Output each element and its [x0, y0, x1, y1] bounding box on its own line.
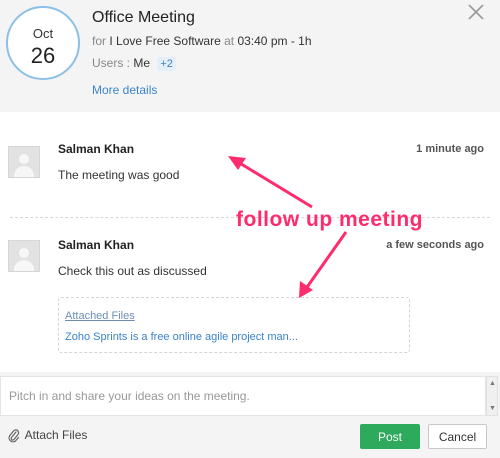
comment-time: a few seconds ago [386, 239, 484, 251]
comment-time: 1 minute ago [416, 143, 484, 155]
comment-text: The meeting was good [58, 168, 180, 182]
attach-files-label: Attach Files [24, 428, 88, 442]
project-name[interactable]: I Love Free Software [109, 34, 220, 48]
comment-input[interactable] [0, 376, 486, 416]
event-time: 03:40 pm - 1h [237, 34, 312, 48]
attached-file-link[interactable]: Zoho Sprints is a free online agile proj… [65, 331, 298, 343]
post-button[interactable]: Post [360, 424, 420, 449]
scroll-down-arrow-icon[interactable]: ▼ [489, 405, 496, 413]
event-users: Users : Me +2 [92, 56, 176, 71]
scroll-up-arrow-icon[interactable]: ▲ [489, 380, 496, 388]
event-month: Oct [32, 26, 54, 41]
event-title: Office Meeting [92, 9, 195, 26]
at-label: at [224, 34, 235, 48]
attach-files-button[interactable]: Attach Files [8, 428, 87, 443]
for-label: for [92, 34, 107, 48]
more-details-link[interactable]: More details [92, 83, 157, 97]
attached-files-title: Attached Files [65, 310, 135, 322]
event-day: 26 [30, 43, 56, 68]
avatar [8, 240, 40, 272]
avatar [8, 146, 40, 178]
users-label: Users : [92, 56, 131, 70]
composer-scrollbar[interactable]: ▲ ▼ [486, 376, 498, 416]
more-users-badge[interactable]: +2 [157, 57, 176, 71]
event-date-badge: Oct 26 [6, 6, 80, 80]
event-meta: for I Love Free Software at 03:40 pm - 1… [92, 34, 312, 48]
comment-author[interactable]: Salman Khan [58, 142, 134, 156]
attached-files-box: Attached Files Zoho Sprints is a free on… [58, 297, 410, 353]
comment-text: Check this out as discussed [58, 264, 207, 278]
annotation-label: follow up meeting [236, 208, 423, 231]
comment-author[interactable]: Salman Khan [58, 238, 134, 252]
cancel-button[interactable]: Cancel [428, 424, 487, 449]
event-header: Oct 26 Office Meeting for I Love Free So… [0, 0, 500, 112]
user-me: Me [133, 56, 151, 70]
close-icon[interactable] [466, 2, 486, 22]
paperclip-icon [8, 429, 20, 443]
